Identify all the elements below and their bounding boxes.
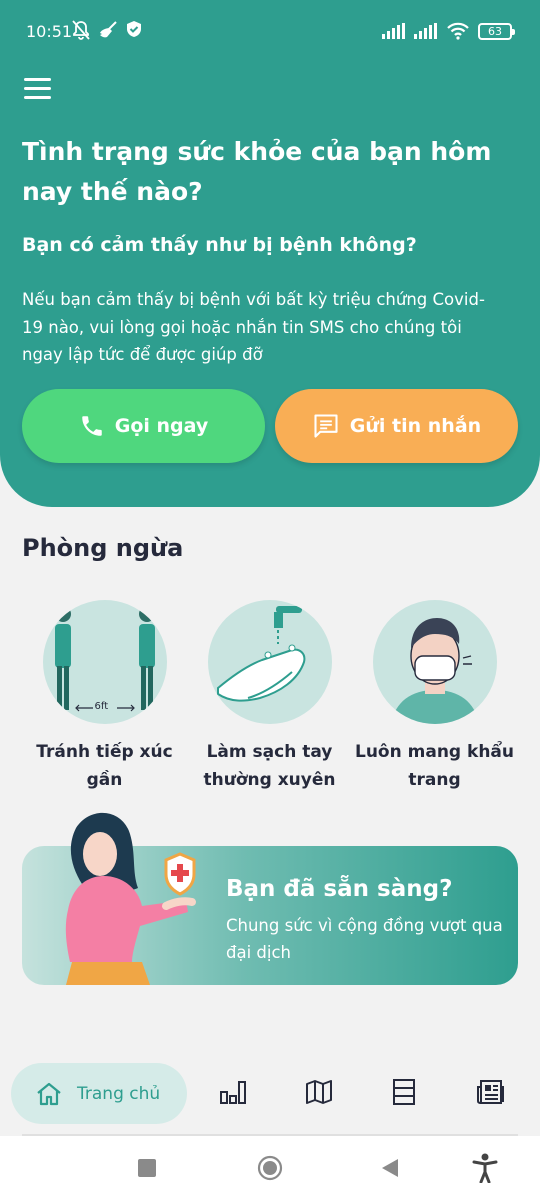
- face-mask-illustration: [372, 600, 497, 724]
- send-message-button[interactable]: Gửi tin nhắn: [275, 389, 518, 463]
- signal-icon: [414, 23, 437, 39]
- wifi-icon: [447, 22, 469, 40]
- news-icon[interactable]: [476, 1078, 506, 1106]
- bell-off-icon: [72, 20, 90, 40]
- prevention-label: Luôn mang khẩu trang: [355, 742, 514, 790]
- recent-apps-icon[interactable]: [138, 1159, 156, 1177]
- bottom-navigation: Trang chủ: [0, 1052, 540, 1136]
- call-now-button[interactable]: Gọi ngay: [22, 389, 265, 463]
- banner-description: Chung sức vì cộng đồng vượt qua đại dịch: [226, 916, 503, 962]
- list-icon[interactable]: [391, 1078, 417, 1106]
- battery-icon: 63: [478, 22, 515, 40]
- back-icon[interactable]: [381, 1158, 399, 1178]
- distance-label: 6ft: [94, 701, 109, 712]
- prevention-title: Phòng ngừa: [22, 534, 184, 562]
- nav-home-tab[interactable]: Trang chủ: [11, 1063, 187, 1124]
- message-icon: [314, 414, 338, 438]
- social-distance-illustration: 6ft: [42, 600, 167, 724]
- phone-icon: [81, 416, 102, 436]
- shield-check-icon: [127, 21, 141, 37]
- accessibility-icon[interactable]: [472, 1153, 498, 1183]
- page-description: Nếu bạn cảm thấy bị bệnh với bất kỳ triệ…: [22, 290, 485, 364]
- status-bar: 10:51 63: [0, 0, 540, 62]
- hand-washing-illustration: [207, 600, 332, 724]
- woman-illustration: [65, 812, 196, 985]
- hamburger-menu-icon[interactable]: [24, 78, 54, 102]
- signal-icon: [382, 23, 405, 39]
- status-time: 10:51: [26, 22, 73, 41]
- home-icon: [37, 1082, 61, 1105]
- prevention-label: Tránh tiếp xúc gần: [36, 742, 173, 790]
- prevention-label: Làm sạch tay thường xuyên: [203, 742, 336, 790]
- prevention-item-handwash[interactable]: Làm sạch tay thường xuyên: [187, 600, 352, 794]
- banner-title: Bạn đã sẵn sàng?: [226, 876, 453, 902]
- map-icon[interactable]: [305, 1078, 333, 1106]
- system-navigation-bar: [0, 1136, 540, 1200]
- home-system-icon[interactable]: [257, 1155, 283, 1181]
- battery-level: 63: [488, 24, 502, 38]
- page-title: Tình trạng sức khỏe của bạn hôm nay thế …: [22, 137, 492, 206]
- prevention-item-distance[interactable]: 6ft Tránh tiếp xúc gần: [22, 600, 187, 794]
- page-subtitle: Bạn có cảm thấy như bị bệnh không?: [22, 234, 417, 256]
- broom-icon: [100, 21, 117, 38]
- chart-icon[interactable]: [219, 1078, 247, 1106]
- prevention-item-mask[interactable]: Luôn mang khẩu trang: [352, 600, 517, 794]
- nav-home-label: Trang chủ: [77, 1083, 161, 1104]
- send-message-label: Gửi tin nhắn: [349, 415, 482, 437]
- call-now-label: Gọi ngay: [114, 415, 209, 437]
